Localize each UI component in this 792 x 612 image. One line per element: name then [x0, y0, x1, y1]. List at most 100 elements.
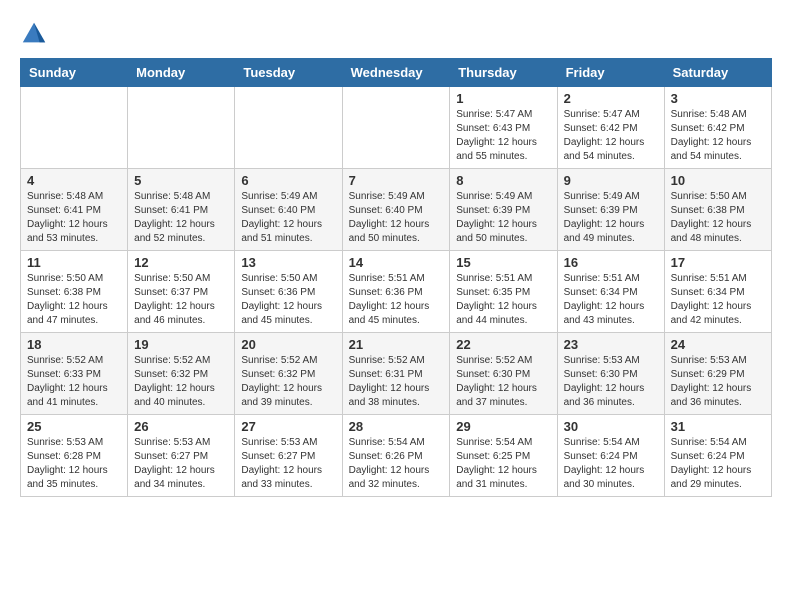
- day-number: 6: [241, 173, 335, 188]
- calendar-cell: 17 Sunrise: 5:51 AM Sunset: 6:34 PM Dayli…: [664, 251, 771, 333]
- calendar-cell: 16 Sunrise: 5:51 AM Sunset: 6:34 PM Dayli…: [557, 251, 664, 333]
- calendar-cell: 22 Sunrise: 5:52 AM Sunset: 6:30 PM Dayli…: [450, 333, 557, 415]
- calendar-cell: 13Sunrise: 5:50 AM Sunset: 6:36 PM Dayli…: [235, 251, 342, 333]
- day-info: Sunrise: 5:50 AM Sunset: 6:38 PM Dayligh…: [671, 190, 765, 246]
- day-info: Sunrise: 5:53 AM Sunset: 6:27 PM Dayligh…: [241, 436, 335, 492]
- day-info: Sunrise: 5:52 AM Sunset: 6:32 PM Dayligh…: [134, 354, 228, 410]
- day-info: Sunrise: 5:47 AM Sunset: 6:42 PM Dayligh…: [564, 108, 658, 164]
- calendar-header-friday: Friday: [557, 59, 664, 87]
- day-number: 23: [564, 337, 658, 352]
- calendar-cell: 21 Sunrise: 5:52 AM Sunset: 6:31 PM Dayli…: [342, 333, 450, 415]
- day-number: 16: [564, 255, 658, 270]
- day-number: 22: [456, 337, 550, 352]
- calendar-header-wednesday: Wednesday: [342, 59, 450, 87]
- calendar-table: SundayMondayTuesdayWednesdayThursdayFrid…: [20, 58, 772, 497]
- calendar-cell: 27 Sunrise: 5:53 AM Sunset: 6:27 PM Dayli…: [235, 415, 342, 497]
- day-number: 9: [564, 173, 658, 188]
- day-info: Sunrise: 5:50 AM Sunset: 6:36 PM Dayligh…: [241, 272, 335, 328]
- day-number: 2: [564, 91, 658, 106]
- calendar-body: 1Sunrise: 5:47 AM Sunset: 6:43 PM Daylig…: [21, 87, 772, 497]
- day-info: Sunrise: 5:53 AM Sunset: 6:29 PM Dayligh…: [671, 354, 765, 410]
- calendar-cell: 2 Sunrise: 5:47 AM Sunset: 6:42 PM Daylig…: [557, 87, 664, 169]
- day-info: Sunrise: 5:48 AM Sunset: 6:41 PM Dayligh…: [134, 190, 228, 246]
- calendar-cell: 19 Sunrise: 5:52 AM Sunset: 6:32 PM Dayli…: [128, 333, 235, 415]
- day-info: Sunrise: 5:49 AM Sunset: 6:39 PM Dayligh…: [564, 190, 658, 246]
- calendar-cell: 8 Sunrise: 5:49 AM Sunset: 6:39 PM Daylig…: [450, 169, 557, 251]
- day-number: 29: [456, 419, 550, 434]
- day-number: 5: [134, 173, 228, 188]
- day-number: 14: [349, 255, 444, 270]
- calendar-header-tuesday: Tuesday: [235, 59, 342, 87]
- day-number: 18: [27, 337, 121, 352]
- calendar-header-saturday: Saturday: [664, 59, 771, 87]
- day-info: Sunrise: 5:54 AM Sunset: 6:25 PM Dayligh…: [456, 436, 550, 492]
- day-number: 19: [134, 337, 228, 352]
- calendar-header-row: SundayMondayTuesdayWednesdayThursdayFrid…: [21, 59, 772, 87]
- calendar-cell: 15 Sunrise: 5:51 AM Sunset: 6:35 PM Dayli…: [450, 251, 557, 333]
- day-info: Sunrise: 5:52 AM Sunset: 6:33 PM Dayligh…: [27, 354, 121, 410]
- day-info: Sunrise: 5:53 AM Sunset: 6:30 PM Dayligh…: [564, 354, 658, 410]
- day-info: Sunrise: 5:51 AM Sunset: 6:35 PM Dayligh…: [456, 272, 550, 328]
- day-number: 12: [134, 255, 228, 270]
- calendar-cell: 6 Sunrise: 5:49 AM Sunset: 6:40 PM Daylig…: [235, 169, 342, 251]
- day-info: Sunrise: 5:52 AM Sunset: 6:32 PM Dayligh…: [241, 354, 335, 410]
- day-number: 20: [241, 337, 335, 352]
- calendar-cell: 23 Sunrise: 5:53 AM Sunset: 6:30 PM Dayli…: [557, 333, 664, 415]
- calendar-cell: 3Sunrise: 5:48 AM Sunset: 6:42 PM Daylig…: [664, 87, 771, 169]
- day-number: 4: [27, 173, 121, 188]
- calendar-cell: 31 Sunrise: 5:54 AM Sunset: 6:24 PM Dayli…: [664, 415, 771, 497]
- calendar-header-monday: Monday: [128, 59, 235, 87]
- day-info: Sunrise: 5:52 AM Sunset: 6:30 PM Dayligh…: [456, 354, 550, 410]
- calendar-cell: [342, 87, 450, 169]
- calendar-cell: 18 Sunrise: 5:52 AM Sunset: 6:33 PM Dayli…: [21, 333, 128, 415]
- day-info: Sunrise: 5:50 AM Sunset: 6:38 PM Dayligh…: [27, 272, 121, 328]
- day-number: 28: [349, 419, 444, 434]
- day-info: Sunrise: 5:49 AM Sunset: 6:39 PM Dayligh…: [456, 190, 550, 246]
- day-number: 7: [349, 173, 444, 188]
- day-number: 21: [349, 337, 444, 352]
- calendar-cell: [21, 87, 128, 169]
- day-number: 15: [456, 255, 550, 270]
- calendar-cell: 1Sunrise: 5:47 AM Sunset: 6:43 PM Daylig…: [450, 87, 557, 169]
- calendar-week-1: 1Sunrise: 5:47 AM Sunset: 6:43 PM Daylig…: [21, 87, 772, 169]
- day-info: Sunrise: 5:54 AM Sunset: 6:24 PM Dayligh…: [671, 436, 765, 492]
- day-number: 11: [27, 255, 121, 270]
- day-info: Sunrise: 5:50 AM Sunset: 6:37 PM Dayligh…: [134, 272, 228, 328]
- day-info: Sunrise: 5:49 AM Sunset: 6:40 PM Dayligh…: [241, 190, 335, 246]
- calendar-cell: 14 Sunrise: 5:51 AM Sunset: 6:36 PM Dayli…: [342, 251, 450, 333]
- day-number: 17: [671, 255, 765, 270]
- day-info: Sunrise: 5:48 AM Sunset: 6:41 PM Dayligh…: [27, 190, 121, 246]
- day-number: 8: [456, 173, 550, 188]
- calendar-cell: [235, 87, 342, 169]
- day-info: Sunrise: 5:53 AM Sunset: 6:27 PM Dayligh…: [134, 436, 228, 492]
- calendar-cell: 24Sunrise: 5:53 AM Sunset: 6:29 PM Dayli…: [664, 333, 771, 415]
- calendar-week-2: 4 Sunrise: 5:48 AM Sunset: 6:41 PM Daylig…: [21, 169, 772, 251]
- calendar-header-thursday: Thursday: [450, 59, 557, 87]
- calendar-cell: 12 Sunrise: 5:50 AM Sunset: 6:37 PM Dayli…: [128, 251, 235, 333]
- calendar-cell: [128, 87, 235, 169]
- day-info: Sunrise: 5:52 AM Sunset: 6:31 PM Dayligh…: [349, 354, 444, 410]
- calendar-header-sunday: Sunday: [21, 59, 128, 87]
- logo: [20, 20, 52, 48]
- day-info: Sunrise: 5:48 AM Sunset: 6:42 PM Dayligh…: [671, 108, 765, 164]
- calendar-cell: 20 Sunrise: 5:52 AM Sunset: 6:32 PM Dayli…: [235, 333, 342, 415]
- day-number: 26: [134, 419, 228, 434]
- day-number: 31: [671, 419, 765, 434]
- day-info: Sunrise: 5:54 AM Sunset: 6:26 PM Dayligh…: [349, 436, 444, 492]
- calendar-cell: 29 Sunrise: 5:54 AM Sunset: 6:25 PM Dayli…: [450, 415, 557, 497]
- day-number: 27: [241, 419, 335, 434]
- day-number: 25: [27, 419, 121, 434]
- day-number: 30: [564, 419, 658, 434]
- day-info: Sunrise: 5:51 AM Sunset: 6:36 PM Dayligh…: [349, 272, 444, 328]
- day-info: Sunrise: 5:51 AM Sunset: 6:34 PM Dayligh…: [564, 272, 658, 328]
- day-number: 10: [671, 173, 765, 188]
- day-info: Sunrise: 5:49 AM Sunset: 6:40 PM Dayligh…: [349, 190, 444, 246]
- day-info: Sunrise: 5:51 AM Sunset: 6:34 PM Dayligh…: [671, 272, 765, 328]
- page-header: [20, 20, 772, 48]
- calendar-cell: 11 Sunrise: 5:50 AM Sunset: 6:38 PM Dayli…: [21, 251, 128, 333]
- calendar-week-4: 18 Sunrise: 5:52 AM Sunset: 6:33 PM Dayli…: [21, 333, 772, 415]
- calendar-cell: 30 Sunrise: 5:54 AM Sunset: 6:24 PM Dayli…: [557, 415, 664, 497]
- day-info: Sunrise: 5:54 AM Sunset: 6:24 PM Dayligh…: [564, 436, 658, 492]
- calendar-week-5: 25Sunrise: 5:53 AM Sunset: 6:28 PM Dayli…: [21, 415, 772, 497]
- calendar-cell: 4 Sunrise: 5:48 AM Sunset: 6:41 PM Daylig…: [21, 169, 128, 251]
